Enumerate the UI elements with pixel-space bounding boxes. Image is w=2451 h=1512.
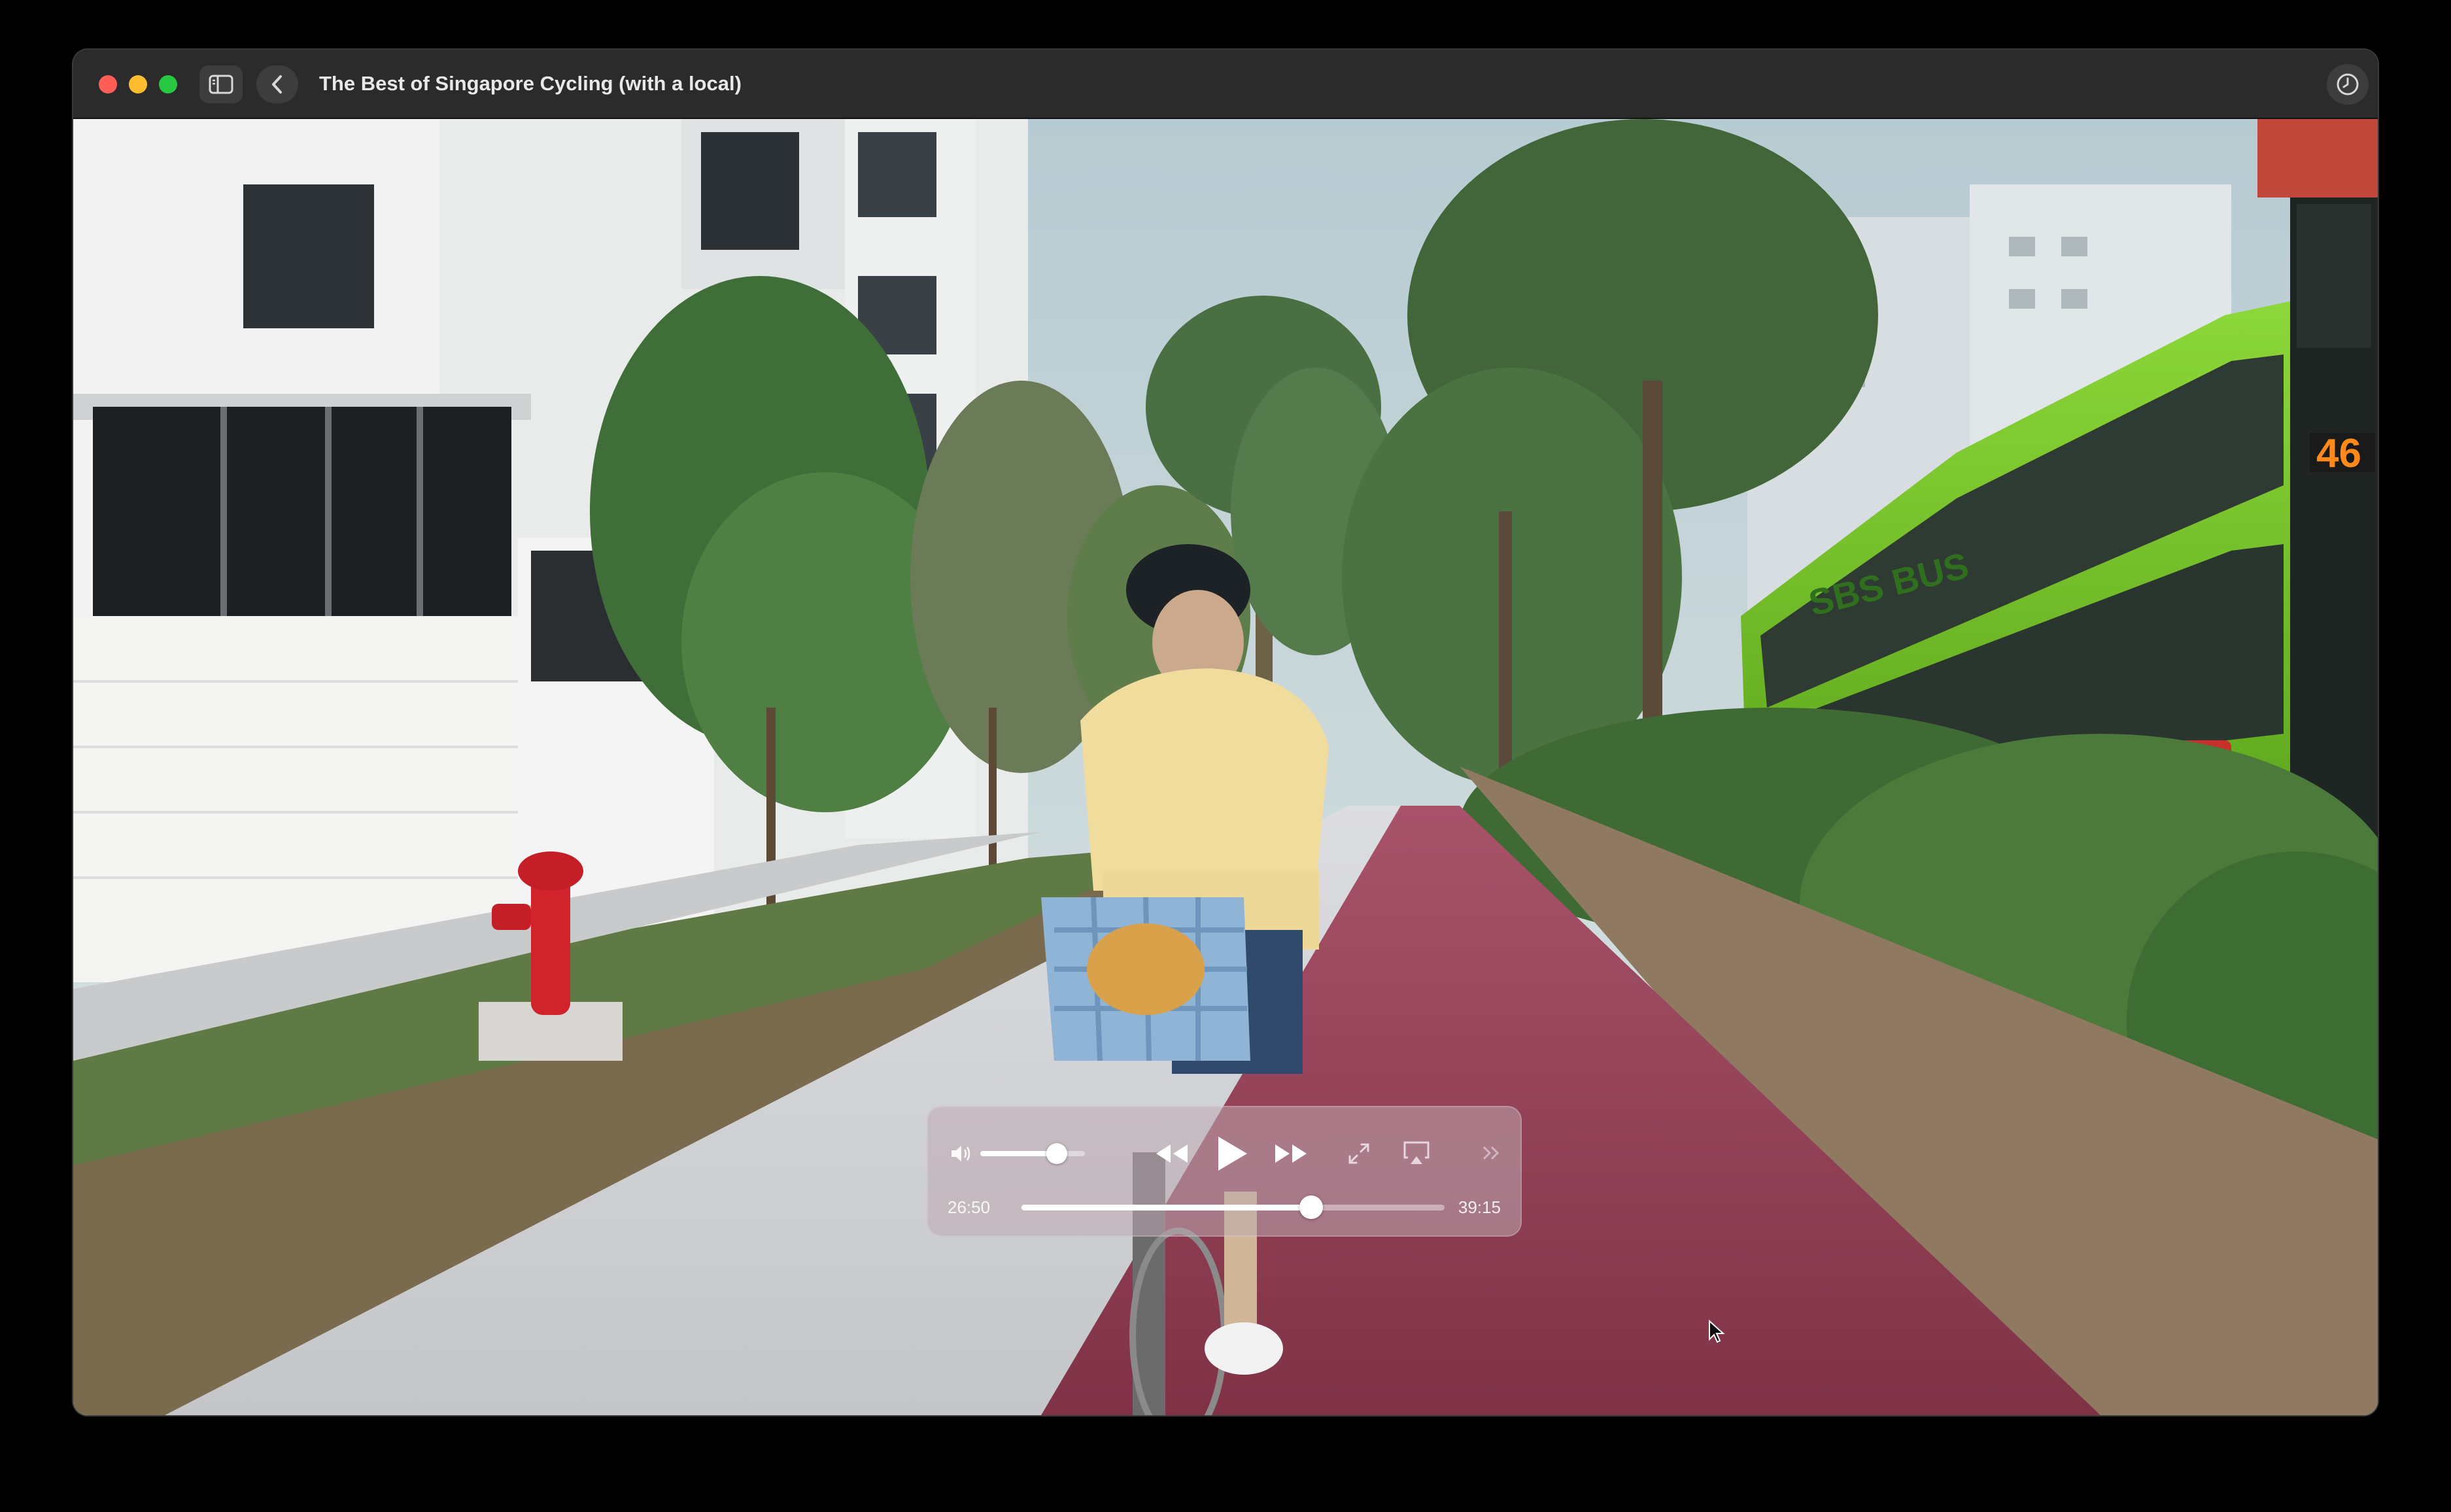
play-button[interactable] — [1212, 1132, 1252, 1175]
close-button[interactable] — [99, 75, 117, 94]
playback-controls: 26:50 39:15 — [927, 1106, 1522, 1237]
minimize-button[interactable] — [129, 75, 147, 94]
mouse-pointer-icon — [1709, 1320, 1725, 1343]
mute-button[interactable] — [948, 1140, 975, 1167]
clock-icon — [2337, 73, 2359, 95]
volume-slider[interactable] — [980, 1143, 1085, 1164]
fast-forward-button[interactable] — [1273, 1139, 1309, 1169]
fullscreen-icon — [1348, 1143, 1369, 1164]
airplay-icon — [1403, 1141, 1430, 1164]
title-bar: The Best of Singapore Cycling (with a lo… — [73, 50, 2378, 119]
rewind-button[interactable] — [1154, 1139, 1190, 1169]
scrubber-knob[interactable] — [1299, 1195, 1323, 1219]
bus-route-number: 46 — [2316, 431, 2361, 476]
play-icon — [1218, 1137, 1247, 1171]
video-frame[interactable]: 46 SBS BUS 26:50 39:15 — [73, 119, 2378, 1415]
airplay-button[interactable] — [1400, 1137, 1433, 1169]
elapsed-time: 26:50 — [948, 1197, 991, 1217]
volume-slider-knob[interactable] — [1046, 1143, 1067, 1164]
zoom-button[interactable] — [159, 75, 177, 94]
back-button[interactable] — [256, 65, 298, 103]
fast-forward-icon — [1275, 1144, 1307, 1163]
volume-slider-fill — [980, 1151, 1057, 1156]
playback-scrubber[interactable] — [1021, 1195, 1445, 1219]
speaker-icon — [951, 1146, 970, 1161]
player-window: The Best of Singapore Cycling (with a lo… — [73, 50, 2378, 1415]
rewind-icon — [1156, 1144, 1188, 1163]
sidebar-toggle-button[interactable] — [199, 65, 243, 103]
total-duration: 39:15 — [1458, 1197, 1501, 1217]
skip-forward-icon — [1483, 1146, 1500, 1160]
skip-button[interactable] — [1479, 1140, 1503, 1166]
window-title: The Best of Singapore Cycling (with a lo… — [319, 72, 742, 95]
scrubber-progress — [1021, 1205, 1311, 1211]
sidebar-icon — [209, 75, 233, 94]
chevron-left-icon — [272, 75, 282, 94]
fullscreen-button[interactable] — [1344, 1139, 1374, 1169]
history-button[interactable] — [2327, 64, 2369, 105]
